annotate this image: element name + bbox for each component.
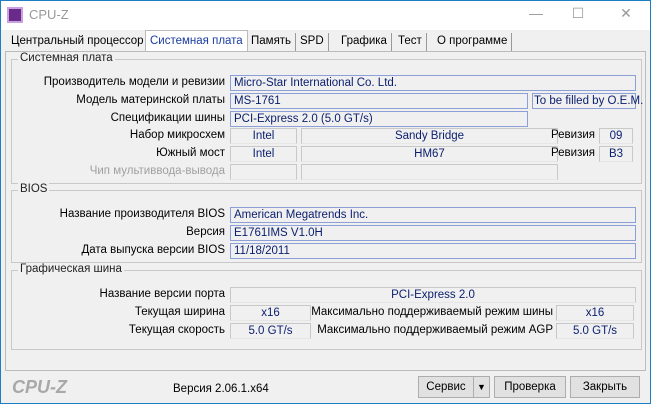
version-text: Версия 2.06.1.x64 — [173, 383, 269, 395]
validate-button[interactable]: Проверка — [494, 376, 566, 398]
mainboard-panel: Системная плата Производитель модели и р… — [5, 51, 646, 371]
southbridge-vendor-field: Intel — [230, 146, 297, 162]
lpcio-field — [301, 164, 558, 180]
label: Спецификации шины — [110, 112, 225, 124]
label: Название производителя BIOS — [59, 208, 225, 220]
bios-brand-field: American Megatrends Inc. — [230, 207, 636, 223]
label: Название версии порта — [99, 288, 225, 300]
group-title: Системная плата — [18, 52, 115, 64]
lpcio-vendor-field — [230, 164, 297, 180]
label: Максимально поддерживаемый режим AGP — [317, 324, 553, 336]
group-title: BIOS — [18, 183, 50, 195]
tab-mainboard[interactable]: Системная плата — [145, 30, 248, 52]
tab-bench[interactable]: Тест — [394, 33, 427, 51]
tools-button[interactable]: Сервис — [418, 376, 474, 398]
tab-spd[interactable]: SPD — [296, 33, 329, 51]
link-width-field: x16 — [230, 305, 311, 321]
chipset-revision-field: 09 — [599, 128, 633, 144]
label: Южный мост — [156, 147, 225, 159]
label: Максимально поддерживаемый режим шины — [311, 306, 553, 318]
graphic-version-field: PCI-Express 2.0 — [230, 287, 636, 303]
window-title: CPU-Z — [29, 7, 69, 22]
label: Чип мультиввода-вывода — [89, 165, 225, 177]
footer-bar: CPU-Z Версия 2.06.1.x64 Сервис ▼ Проверк… — [1, 371, 650, 403]
southbridge-revision-field: B3 — [599, 146, 633, 162]
label: Производитель модели и ревизии — [43, 76, 225, 88]
cpuz-app-icon — [7, 7, 23, 23]
bios-group: BIOS Название производителя BIOS America… — [11, 183, 642, 263]
close-window-button[interactable]: ✕ — [611, 5, 641, 25]
mainboard-group: Системная плата Производитель модели и р… — [11, 52, 644, 184]
max-link-speed-field: 5.0 GT/s — [556, 323, 634, 339]
maximize-button[interactable]: ☐ — [563, 5, 593, 25]
chipset-vendor-field: Intel — [230, 128, 297, 144]
tab-memory[interactable]: Память — [247, 33, 297, 51]
tools-dropdown-icon[interactable]: ▼ — [473, 376, 490, 398]
bios-version-field: E1761IMS V1.0H — [230, 225, 636, 241]
cpuz-window: CPU-Z — ☐ ✕ Центральный процессор Систем… — [1, 1, 650, 403]
max-link-width-field: x16 — [556, 305, 634, 321]
label: Текущая скорость — [128, 324, 225, 336]
label: Модель материнской платы — [76, 94, 225, 106]
close-button[interactable]: Закрыть — [570, 376, 640, 398]
manufacturer-field: Micro-Star International Co. Ltd. — [230, 75, 636, 91]
bus-field: PCI-Express 2.0 (5.0 GT/s) — [230, 111, 528, 127]
tab-cpu[interactable]: Центральный процессор — [7, 33, 149, 51]
title-bar: CPU-Z — ☐ ✕ — [1, 1, 650, 30]
minimize-button[interactable]: — — [521, 5, 551, 25]
label: Ревизия — [550, 147, 595, 159]
cpuz-logo: CPU-Z — [12, 377, 67, 397]
bios-date-field: 11/18/2011 — [230, 243, 636, 259]
tab-graphics[interactable]: Графика — [337, 33, 392, 51]
label: Текущая ширина — [134, 306, 225, 318]
chipset-field: Sandy Bridge — [301, 128, 558, 144]
link-speed-field: 5.0 GT/s — [230, 323, 311, 339]
group-title: Графическая шина — [18, 263, 124, 275]
label: Ревизия — [550, 129, 595, 141]
label: Набор микросхем — [129, 129, 225, 141]
label: Дата выпуска версии BIOS — [81, 244, 225, 256]
model-revision-field: To be filled by O.E.M. — [532, 93, 644, 109]
graphic-interface-group: Графическая шина Название версии порта P… — [11, 263, 642, 350]
label: Версия — [186, 226, 225, 238]
southbridge-field: HM67 — [301, 146, 558, 162]
model-field: MS-1761 — [230, 93, 528, 109]
tab-about[interactable]: О программе — [433, 33, 513, 51]
